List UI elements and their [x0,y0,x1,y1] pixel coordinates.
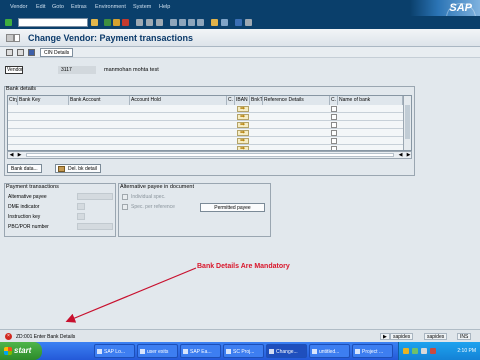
annotation-arrow [65,267,197,323]
windows-taskbar: start SAP Lo... user exits SAP Ea... SC … [0,342,480,360]
taskbar-window-sc-project[interactable]: SC Proj... [223,344,264,358]
taskbar-window-sap-logon[interactable]: SAP Lo... [94,344,135,358]
tray-app-icon[interactable] [403,348,409,354]
tray-volume-icon[interactable] [421,348,427,354]
system-tray: 2:10 PM [398,342,480,360]
taskbar-window-project[interactable]: Project ... [352,344,393,358]
taskbar-window-untitled[interactable]: untitled... [309,344,350,358]
tray-security-icon[interactable] [430,348,436,354]
annotation-text: Bank Details Are Mandatory [197,263,290,270]
tray-network-icon[interactable] [412,348,418,354]
status-insert-mode[interactable]: INS [457,333,472,340]
taskbar-clock: 2:10 PM [457,348,476,354]
status-system[interactable]: sapides [390,333,414,340]
start-button[interactable]: start [0,342,42,360]
taskbar-window-sap-easy-access[interactable]: SAP Ea... [180,344,221,358]
status-server[interactable]: sapides [424,333,448,340]
status-message[interactable]: ZD:001 Enter Bank Details [16,334,75,340]
error-icon: × [5,333,12,340]
status-collapse-icon[interactable]: ▶ [380,333,390,340]
status-bar: × ZD:001 Enter Bank Details ▶ sapides sa… [0,329,480,342]
taskbar-window-user-exits[interactable]: user exits [137,344,178,358]
taskbar-window-change-vendor[interactable]: Change... [266,344,307,358]
